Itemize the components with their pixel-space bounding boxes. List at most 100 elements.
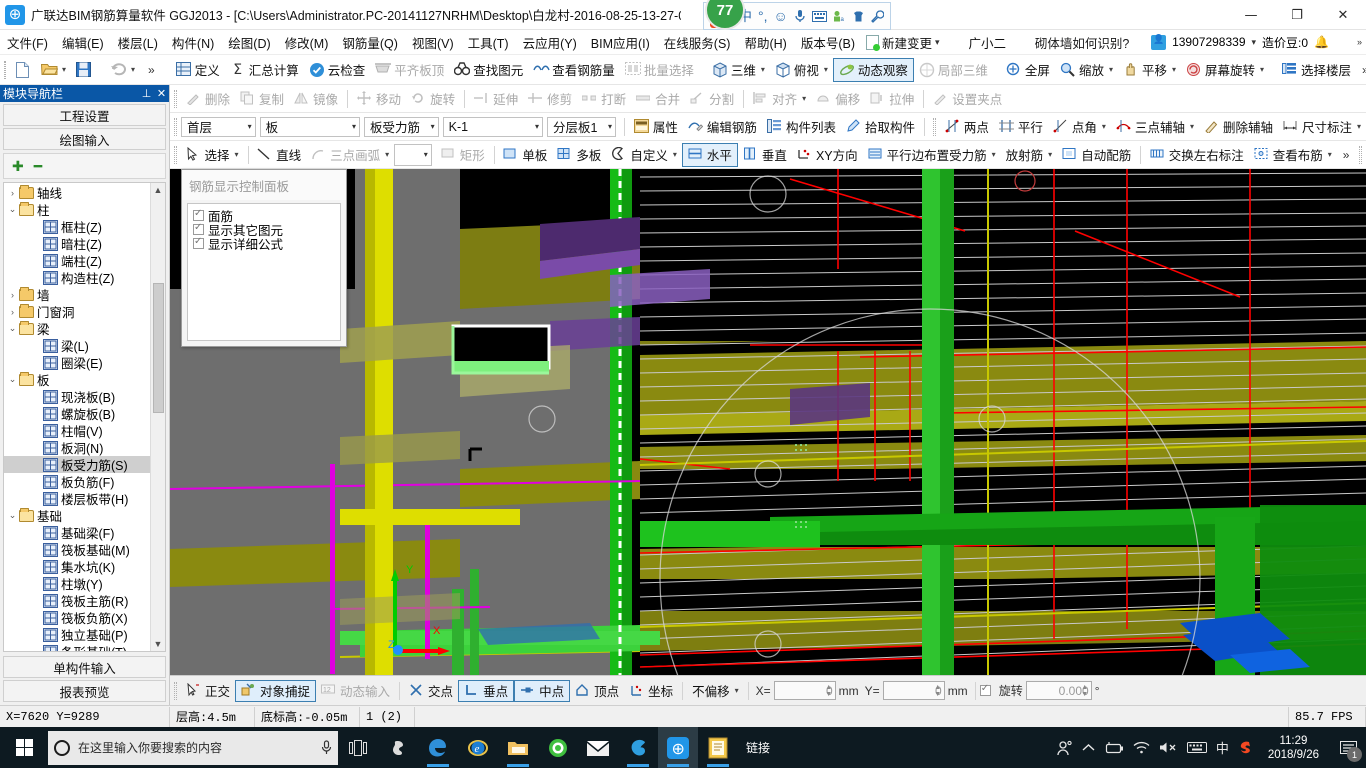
3d-model-render[interactable]: Z Y X [170,169,1366,675]
people-icon[interactable] [1057,740,1073,756]
parallel-edge-chevron-down-icon[interactable]: ▾ [992,150,996,159]
set-grip-button[interactable]: 设置夹点 [928,87,1007,111]
ie-icon[interactable]: e [458,727,498,768]
cortana-icon[interactable] [378,727,418,768]
draw-toolbar-grip[interactable] [174,145,177,164]
tree-item[interactable]: ⌄ 梁 [4,320,150,337]
menu-draw[interactable]: 绘图(D) [221,30,277,55]
pan-chevron-down-icon[interactable]: ▾ [1172,65,1176,74]
orthogonal-button[interactable]: 正交 [181,680,235,702]
horizontal-button[interactable]: 水平 [681,142,738,167]
checkbox-row-show-detail-formula[interactable]: 显示详细公式 [193,236,340,252]
project-settings-button[interactable]: 工程设置 [3,104,166,126]
edge-icon[interactable] [418,727,458,768]
component-list-button[interactable]: 构件列表 [762,115,841,139]
ime-settings-wrench-icon[interactable] [870,9,884,23]
tree-item[interactable]: 集水坑(K) [4,558,150,575]
ime-cn-icon[interactable]: 中 [1216,738,1229,757]
tree-item[interactable]: › 轴线 [4,184,150,201]
notification-bell-icon[interactable]: 🔔 [1314,35,1329,49]
tree-item[interactable]: 基础梁(F) [4,524,150,541]
object-snap-button[interactable]: 对象捕捉 [235,679,317,702]
tree-item[interactable]: ⌄ 基础 [4,507,150,524]
view-toolbar-overflow-icon[interactable]: » [1356,63,1366,77]
aux-axis-chevron-down-icon[interactable]: ▾ [1190,122,1194,131]
point-angle-button[interactable]: 点角 ▾ [1048,115,1111,139]
custom-button[interactable]: 自定义 ▾ [606,143,682,167]
ime-punctuation-icon[interactable]: °, [758,9,768,23]
undo-button[interactable]: ▾ [105,58,140,82]
draw-toolbar-end-grip[interactable] [1359,145,1362,164]
ime-emoji-icon[interactable]: ☺ [774,9,788,23]
y-offset-input[interactable]: 0 ▲ ▼ [882,681,945,700]
save-button[interactable] [71,58,97,82]
align-chevron-down-icon[interactable]: ▾ [802,94,806,103]
tree-item[interactable]: 柱墩(Y) [4,575,150,592]
line-button[interactable]: 直线 [252,143,306,167]
tree-item[interactable]: 楼层板带(H) [4,490,150,507]
tree-expander-icon[interactable]: ⌄ [6,374,19,385]
dynamic-input-button[interactable]: 12 动态输入 [316,680,395,702]
user-nickname[interactable]: 广小二 [962,30,1014,55]
rotate-checkbox[interactable] [979,683,991,696]
tree-item[interactable]: 圈梁(E) [4,354,150,371]
vertex-snap-button[interactable]: 顶点 [570,680,624,702]
properties-button[interactable]: 属性 [629,115,683,139]
qq-browser-icon[interactable] [618,727,658,768]
taskbar-search-box[interactable]: 在这里输入你要搜索的内容 [48,730,338,765]
radial-rebar-chevron-down-icon[interactable]: ▾ [1048,150,1052,159]
scroll-down-icon[interactable]: ▼ [154,637,163,651]
view-3d-button[interactable]: 三维 ▾ [707,58,770,82]
tree-expander-icon[interactable]: ⌄ [6,323,19,334]
checkbox-show-detail-formula[interactable] [193,236,204,249]
tree-item[interactable]: 筏板主筋(R) [4,592,150,609]
rotate-input[interactable]: 0.000 ▲ ▼ [1025,681,1092,700]
select-tool-button[interactable]: 选择 ▾ [181,143,244,167]
chevron-down-icon[interactable]: ▾ [935,37,940,48]
tree-item[interactable]: 暗柱(Z) [4,235,150,252]
notepad-icon[interactable] [698,727,738,768]
point-angle-chevron-down-icon[interactable]: ▾ [1102,122,1106,131]
menu-online-service[interactable]: 在线服务(S) [657,30,738,55]
tree-item[interactable]: 板负筋(F) [4,473,150,490]
move-button[interactable]: 移动 [352,87,406,111]
taskbar-clock[interactable]: 11:29 2018/9/26 [1262,734,1325,762]
screen-rotate-button[interactable]: 屏幕旋转 ▾ [1181,58,1269,82]
component-toolbar-grip[interactable] [174,117,177,136]
tree-item[interactable]: ⌄ 柱 [4,201,150,218]
view-rebar-qty-button[interactable]: 查看钢筋量 [528,58,620,82]
component-kind-selector[interactable]: 板受力筋 ▾ [363,116,439,137]
tree-item[interactable]: 板洞(N) [4,439,150,456]
menu-cloud-app[interactable]: 云应用(Y) [516,30,584,55]
delete-button[interactable]: 删除 [181,87,235,111]
tree-item[interactable]: 筏板基础(M) [4,541,150,558]
add-icon[interactable]: ✚ [12,158,24,175]
split-button[interactable]: 分割 [685,87,739,111]
wifi-icon[interactable] [1133,741,1150,754]
chevron-down-icon[interactable]: ▾ [431,122,435,131]
fullscreen-button[interactable]: 全屏 [1001,58,1055,82]
swap-annotation-button[interactable]: 交换左右标注 [1145,143,1249,167]
tree-item[interactable]: 构造柱(Z) [4,269,150,286]
scroll-thumb[interactable] [152,283,164,413]
drawing-input-button[interactable]: 绘图输入 [3,128,166,150]
tree-expander-icon[interactable]: ⌄ [6,204,19,215]
open-file-chevron-down-icon[interactable]: ▾ [62,65,66,74]
ime-voice-icon[interactable] [794,9,806,23]
mail-icon[interactable] [578,727,618,768]
promo-link[interactable]: 砌体墙如何识别? [1035,33,1129,52]
y-offset-stepper[interactable]: ▲ ▼ [933,682,943,699]
view-3d-chevron-down-icon[interactable]: ▾ [761,65,765,74]
start-button[interactable] [0,727,48,768]
offset-button[interactable]: 偏移 [811,87,865,111]
tree-item[interactable]: 框柱(Z) [4,218,150,235]
offset-mode-chevron-down-icon[interactable]: ▾ [735,686,739,695]
tree-expander-icon[interactable]: ⌄ [6,510,19,521]
tree-item[interactable]: 现浇板(B) [4,388,150,405]
tree-item[interactable]: › 墙 [4,286,150,303]
file-explorer-icon[interactable] [498,727,538,768]
view-layout-chevron-down-icon[interactable]: ▾ [1328,150,1332,159]
menu-modify[interactable]: 修改(M) [278,30,336,55]
tree-expander-icon[interactable]: › [6,188,19,198]
three-point-aux-axis-button[interactable]: 三点辅轴 ▾ [1111,115,1199,139]
